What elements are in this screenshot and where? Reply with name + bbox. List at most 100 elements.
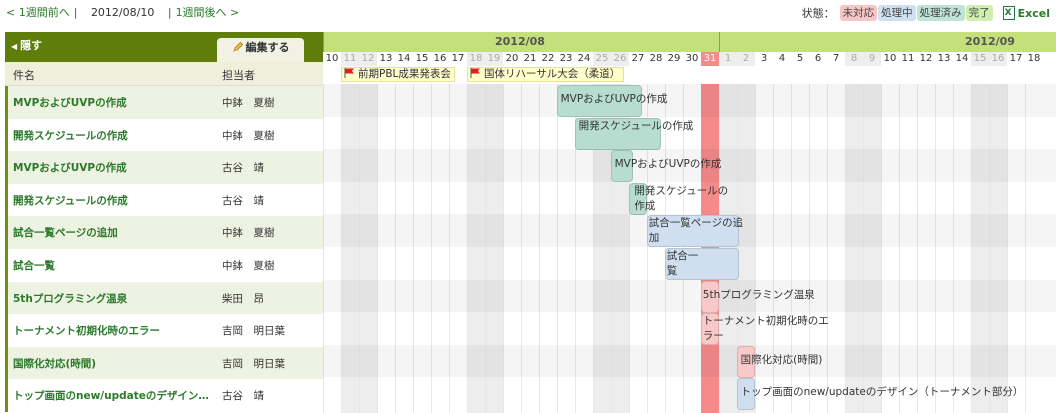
issue-list-pane: ◀ 隠す 編集する 件名 担当者 MVPおよびUVPの作成 中鉢 夏樹 開発スケジュー… [5, 32, 323, 413]
issue-name-link[interactable]: MVPおよびUVPの作成 [13, 95, 213, 110]
day-label: 19 [485, 52, 503, 66]
day-label: 5 [796, 53, 804, 64]
day-label: 7 [832, 53, 840, 64]
day-label: 17 [451, 53, 465, 64]
issue-assignee: 吉岡 明日葉 [222, 325, 285, 338]
day-label: 16 [433, 53, 447, 64]
day-label: 3 [760, 53, 768, 64]
day-label: 28 [649, 53, 663, 64]
day-label: 18 [467, 52, 485, 66]
flag-icon [344, 68, 354, 78]
event-milestone[interactable]: 国体リハーサル大会（柔道） [467, 67, 625, 82]
issue-assignee: 中鉢 夏樹 [222, 97, 275, 109]
issue-assignee: 中鉢 夏樹 [222, 129, 275, 142]
month-divider [323, 32, 324, 52]
day-label: 24 [577, 53, 591, 64]
gantt-bar-label: トップ画面のnew/updateのデザイン（トーナメント部分） [740, 386, 1024, 399]
day-label: 15 [415, 53, 429, 64]
day-label: 18 [1027, 53, 1041, 64]
current-date: 2012/08/10 [90, 6, 155, 19]
month-header: 2012/08 2012/09 [323, 32, 1056, 52]
edit-label: 編集する [245, 41, 290, 54]
prev-week-link[interactable]: < 1週間前へ [6, 6, 70, 19]
issue-assignee: 古谷 靖 [222, 194, 264, 207]
flag-icon [470, 68, 480, 78]
issue-name-link[interactable]: 試合一覧 [13, 258, 213, 273]
day-label: 29 [667, 53, 681, 64]
issue-assignee: 中鉢 夏樹 [222, 227, 275, 240]
day-label: 22 [541, 53, 555, 64]
excel-label: Excel [1017, 6, 1050, 20]
hide-button[interactable]: ◀ 隠す [11, 37, 42, 53]
issue-name-link[interactable]: 開発スケジュールの作成 [13, 193, 213, 208]
event-milestone[interactable]: 前期PBL成果発表会 [341, 67, 455, 82]
column-name-header[interactable]: 件名 [13, 67, 35, 83]
gantt-row [323, 312, 1056, 345]
day-header: 10 11 12 13 14 15 16 17 18 19 20 21 22 23 24 25 26 27 28 29… [323, 52, 1056, 66]
day-label: 13 [937, 53, 951, 64]
issue-name-link[interactable]: 国際化対応(時間) [13, 356, 213, 371]
day-label: 16 [989, 52, 1007, 66]
event-row: 前期PBL成果発表会 国体リハーサル大会（柔道） [323, 66, 1056, 84]
excel-icon [1002, 6, 1015, 20]
gantt-bar-label: MVPおよびUVPの作成 [560, 93, 668, 105]
gantt-bar-label: 国際化対応(時間) [740, 353, 823, 366]
edit-tab[interactable]: 編集する [217, 38, 304, 62]
status-badge-in-progress[interactable]: 処理中 [878, 5, 916, 21]
day-label: 23 [559, 53, 573, 64]
day-label: 12 [919, 53, 933, 64]
issue-name-link[interactable]: トーナメント初期化時のエラー [13, 323, 213, 338]
column-header: 件名 担当者 [5, 62, 323, 86]
issue-row: トーナメント初期化時のエラー 吉岡 明日葉 [5, 314, 323, 347]
day-label: 21 [523, 53, 537, 64]
issue-assignee: 柴田 昂 [222, 292, 264, 305]
issue-name-link[interactable]: MVPおよびUVPの作成 [13, 160, 213, 175]
status-legend: 状態： 未対応 処理中 処理済み 完了 Excel [802, 4, 1050, 22]
issue-row: 開発スケジュールの作成 中鉢 夏樹 [5, 118, 323, 152]
column-assignee-header[interactable]: 担当者 [222, 67, 255, 83]
day-label: 4 [778, 53, 786, 64]
excel-export-link[interactable]: Excel [1002, 6, 1050, 20]
gantt-grid: MVPおよびUVPの作成 開発スケジュールの作成 MVPおよびUVPの作成 開発スケジ… [323, 84, 1056, 413]
day-label: 14 [955, 53, 969, 64]
day-label: 2 [737, 52, 755, 66]
day-label: 11 [341, 52, 359, 66]
status-badge-resolved[interactable]: 処理済み [916, 5, 965, 21]
issue-row: MVPおよびUVPの作成 古谷 靖 [5, 151, 323, 184]
nav-separator: | [167, 6, 172, 19]
gantt-bar-label: 開発スケジュールの作成 [634, 184, 729, 212]
month-divider [719, 32, 720, 52]
issue-name-link[interactable]: トップ画面のnew/updateのデザイン… [13, 388, 213, 403]
issue-row: 試合一覧 中鉢 夏樹 [5, 249, 323, 282]
gantt-bar-label: 試合一覧 [666, 250, 699, 277]
status-badge-new[interactable]: 未対応 [839, 5, 878, 21]
week-navigation: < 1週間前へ | 2012/08/10 | 1週間後へ > [6, 4, 239, 20]
issue-row: 開発スケジュールの作成 古谷 靖 [5, 183, 323, 217]
day-label: 27 [631, 53, 645, 64]
status-badge-closed[interactable]: 完了 [965, 5, 993, 21]
issue-list-header: ◀ 隠す 編集する [5, 32, 323, 62]
hide-label: 隠す [20, 39, 43, 52]
gantt-bar-label: MVPおよびUVPの作成 [614, 158, 722, 171]
day-label: 11 [901, 53, 915, 64]
day-label: 30 [685, 53, 699, 64]
month-label-aug: 2012/08 [495, 35, 545, 48]
day-label: 13 [379, 53, 393, 64]
next-week-link[interactable]: 1週間後へ > [176, 6, 240, 19]
day-label: 9 [863, 52, 881, 66]
issue-name-link[interactable]: 開発スケジュールの作成 [13, 128, 213, 143]
day-label: 17 [1009, 53, 1023, 64]
issue-name-link[interactable]: 試合一覧ページの追加 [13, 225, 213, 240]
day-label: 14 [397, 53, 411, 64]
day-label: 1 [719, 52, 737, 66]
gantt-bar-label: 開発スケジュールの作成 [578, 119, 694, 132]
month-label-sep: 2012/09 [965, 35, 1015, 48]
day-label: 12 [359, 52, 377, 66]
issue-row: トップ画面のnew/updateのデザイン… 古谷 靖 [5, 379, 323, 412]
event-label: 前期PBL成果発表会 [358, 68, 451, 80]
day-label: 10 [883, 53, 897, 64]
day-label: 20 [505, 53, 519, 64]
issue-name-link[interactable]: 5thプログラミング温泉 [13, 291, 213, 306]
issue-assignee: 中鉢 夏樹 [222, 260, 275, 272]
gantt-chart: 2012/08 2012/09 10 11 12 13 14 15 16 17 18 19 20 21… [323, 32, 1056, 413]
